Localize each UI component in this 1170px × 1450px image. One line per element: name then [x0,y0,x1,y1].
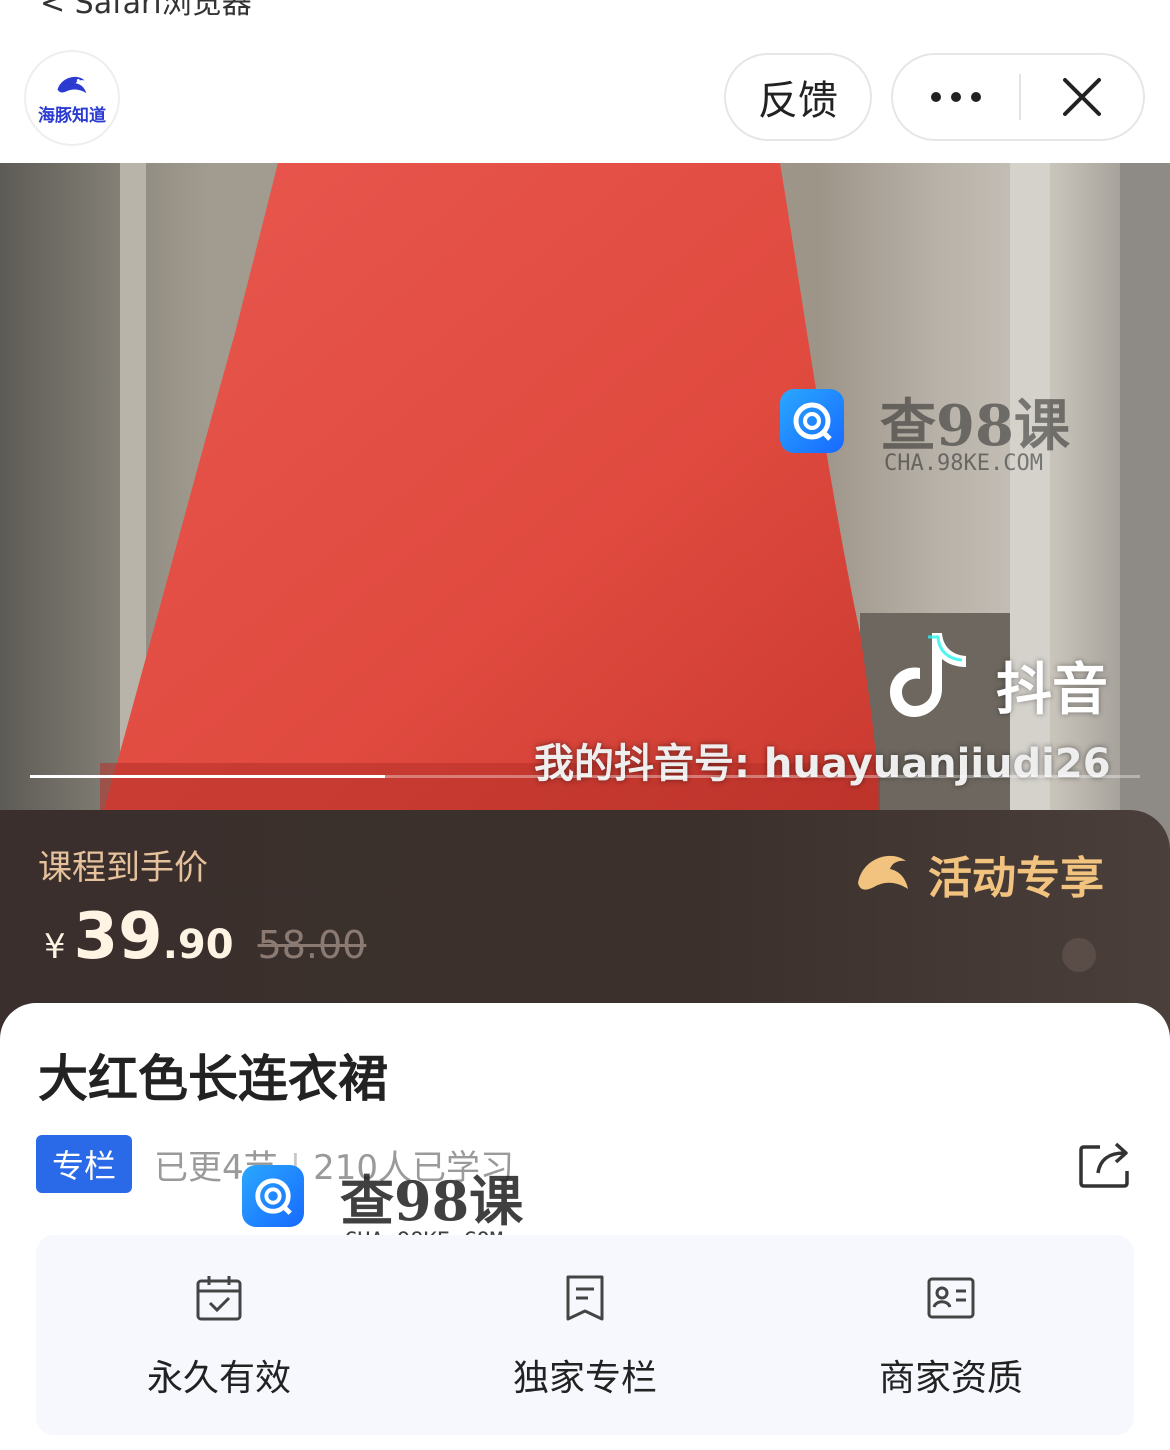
watermark-subtext: CHA.98KE.COM [884,451,1043,476]
original-price: 58.00 [257,923,367,967]
watermark-text: 查98课 [880,393,1070,459]
more-dots-icon [931,92,981,102]
column-badge: 专栏 [36,1135,133,1193]
feature-label: 独家专栏 [512,1358,657,1399]
decorative-dot [1062,938,1096,972]
douyin-account-id: 我的抖音号: huayuanjiudi26 [534,741,1111,787]
back-to-safari-link[interactable]: < Safari浏览器 [40,0,252,22]
feature-permanent[interactable]: 永久有效 [36,1235,402,1435]
feature-label: 永久有效 [146,1358,291,1399]
promo-text: 活动专享 [928,853,1104,904]
watermark-logo-icon [780,389,844,453]
top-bar: < Safari浏览器 海豚知道 反馈 [0,0,1170,162]
course-title: 大红色长连衣裙 [38,1050,388,1108]
douyin-logo-icon [890,633,966,717]
watermark-text: 查98课 [340,1169,524,1233]
course-info-card: 大红色长连衣裙 专栏 已更4节|210人已学习 查98课 CHA.98KE.CO… [0,1003,1170,1450]
feature-strip: 永久有效 独家专栏 商家资质 [36,1235,1134,1435]
dolphin-icon [57,76,87,93]
price-decimal: .90 [162,922,234,968]
price-label: 课程到手价 [38,848,208,888]
bookmark-doc-icon [566,1275,604,1321]
feature-merchant[interactable]: 商家资质 [768,1235,1134,1435]
calendar-check-icon [196,1276,242,1321]
dolphin-icon [858,855,908,890]
douyin-name: 抖音 [996,658,1108,723]
video-progress-fill [30,775,386,778]
currency-symbol: ¥ [44,927,66,967]
promo-tag: 活动专享 [852,842,1104,906]
price-integer: 39 [73,900,163,974]
id-card-icon [927,1277,975,1319]
feature-label: 商家资质 [878,1358,1023,1399]
share-icon[interactable] [1078,1139,1134,1189]
miniapp-capsule [891,53,1145,141]
feature-exclusive[interactable]: 独家专栏 [402,1235,768,1435]
price-row: ¥ 39 .90 58.00 [44,900,366,974]
app-logo-text: 海豚知道 [38,105,106,126]
watermark-logo-icon [242,1165,304,1227]
close-button[interactable] [1021,55,1143,139]
more-button[interactable] [893,55,1019,139]
close-icon [1063,78,1101,116]
app-logo[interactable]: 海豚知道 [24,50,120,146]
video-progress-bar[interactable] [30,775,1140,778]
feedback-button[interactable]: 反馈 [724,53,872,141]
